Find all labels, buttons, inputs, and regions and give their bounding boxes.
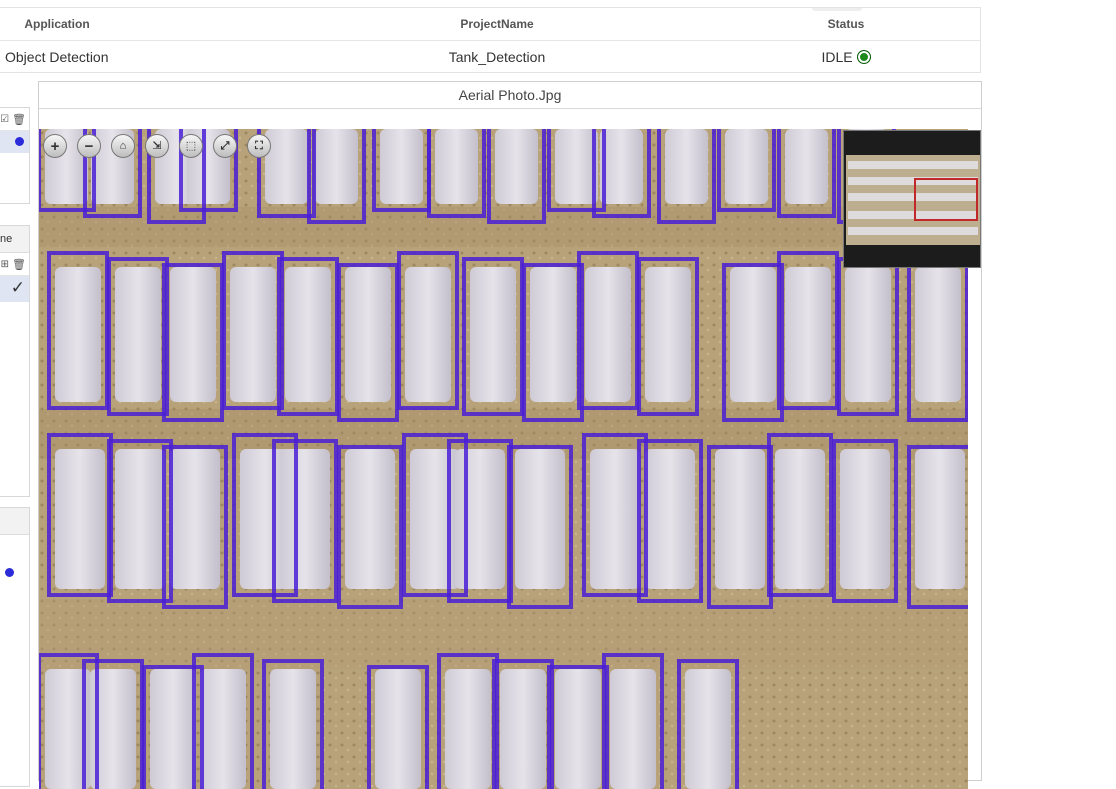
tank-object — [840, 449, 890, 589]
check-icon[interactable]: ✓ — [11, 278, 25, 298]
row-status: IDLE — [746, 40, 946, 73]
tank-object — [375, 669, 421, 789]
tank-object — [55, 449, 105, 589]
table-row[interactable]: Object Detection Tank_Detection IDLE — [0, 40, 980, 73]
tank-object — [685, 669, 731, 789]
tank-object — [775, 449, 825, 589]
status-text: IDLE — [821, 48, 853, 65]
tank-object — [410, 449, 460, 589]
zoom-out-icon[interactable]: − — [77, 134, 101, 158]
left-panel-top-toolbar: ☑ 🗑 — [0, 108, 29, 131]
fit-icon[interactable]: ⇲ — [145, 134, 169, 158]
project-info-table: Application ProjectName Status Object De… — [0, 7, 981, 73]
left-panel-middle-title: ne — [0, 233, 13, 245]
minimap-navigator[interactable] — [843, 130, 981, 268]
tank-object — [600, 129, 643, 204]
list-item[interactable] — [0, 131, 29, 153]
header-status[interactable]: Status — [746, 8, 946, 40]
edit-icon[interactable]: ☑ — [0, 114, 9, 125]
tank-object — [730, 267, 776, 402]
list-item[interactable]: ✓ — [0, 276, 29, 302]
tank-object — [265, 129, 308, 204]
tank-object — [555, 129, 598, 204]
tank-object — [500, 669, 546, 789]
tank-object — [495, 129, 538, 204]
minimap-viewport-rect[interactable] — [914, 178, 978, 221]
tank-object — [715, 449, 765, 589]
table-header: Application ProjectName Status — [0, 8, 980, 41]
select-icon[interactable]: ⬚ — [179, 134, 203, 158]
tank-object — [530, 267, 576, 402]
image-viewer-panel: Aerial Photo.Jpg + − ⌂ ⇲ ⬚ ⤢ ⛶ — [38, 81, 982, 789]
trash-icon[interactable]: 🗑 — [12, 258, 26, 271]
tank-object — [55, 267, 101, 402]
tank-object — [380, 129, 423, 204]
tank-object — [170, 267, 216, 402]
tank-object — [405, 267, 451, 402]
tank-object — [555, 669, 601, 789]
zoom-toolbar: + − ⌂ ⇲ ⬚ ⤢ ⛶ — [43, 134, 271, 158]
list-item[interactable] — [0, 535, 29, 595]
row-project-name: Tank_Detection — [448, 48, 546, 65]
tank-object — [645, 449, 695, 589]
tank-object — [455, 449, 505, 589]
tank-object — [230, 267, 276, 402]
tank-object — [845, 267, 891, 402]
tank-object — [785, 267, 831, 402]
left-panel-middle-header: ne — [0, 226, 29, 253]
tank-object — [150, 669, 196, 789]
tank-object — [115, 267, 161, 402]
tank-object — [445, 669, 491, 789]
selected-dot-icon — [5, 568, 14, 577]
row-application: Object Detection — [5, 48, 109, 65]
tank-object — [645, 267, 691, 402]
tank-object — [785, 129, 828, 204]
left-panel-bottom — [0, 507, 30, 787]
left-panel-top: ☑ 🗑 — [0, 107, 30, 204]
tank-object — [915, 449, 965, 589]
resize-icon[interactable]: ⤢ — [213, 134, 237, 158]
tank-object — [280, 449, 330, 589]
tank-object — [725, 129, 768, 204]
tank-object — [315, 129, 358, 204]
tank-object — [115, 449, 165, 589]
left-panel-middle-toolbar: ⊞ 🗑 — [0, 253, 29, 276]
zoom-in-icon[interactable]: + — [43, 134, 67, 158]
fullscreen-icon[interactable]: ⛶ — [247, 134, 271, 158]
tank-object — [200, 669, 246, 789]
header-application[interactable]: Application — [0, 8, 114, 40]
tank-object — [470, 267, 516, 402]
left-panel-middle: ne ⊞ 🗑 ✓ — [0, 225, 30, 497]
add-icon[interactable]: ⊞ — [1, 259, 9, 270]
home-icon[interactable]: ⌂ — [111, 134, 135, 158]
selected-dot-icon — [15, 137, 24, 146]
tank-object — [285, 267, 331, 402]
tank-object — [665, 129, 708, 204]
trash-icon[interactable]: 🗑 — [12, 113, 26, 126]
image-canvas[interactable] — [39, 129, 968, 789]
header-project-name[interactable]: ProjectName — [397, 8, 597, 40]
tank-object — [170, 449, 220, 589]
tank-object — [515, 449, 565, 589]
tank-object — [610, 669, 656, 789]
tank-object — [585, 267, 631, 402]
tank-object — [915, 267, 961, 402]
left-panel-bottom-header — [0, 508, 29, 535]
tank-object — [345, 449, 395, 589]
tank-object — [345, 267, 391, 402]
tank-object — [435, 129, 478, 204]
image-title: Aerial Photo.Jpg — [39, 82, 981, 109]
status-indicator-icon — [856, 49, 871, 64]
tank-object — [590, 449, 640, 589]
tank-object — [270, 669, 316, 789]
